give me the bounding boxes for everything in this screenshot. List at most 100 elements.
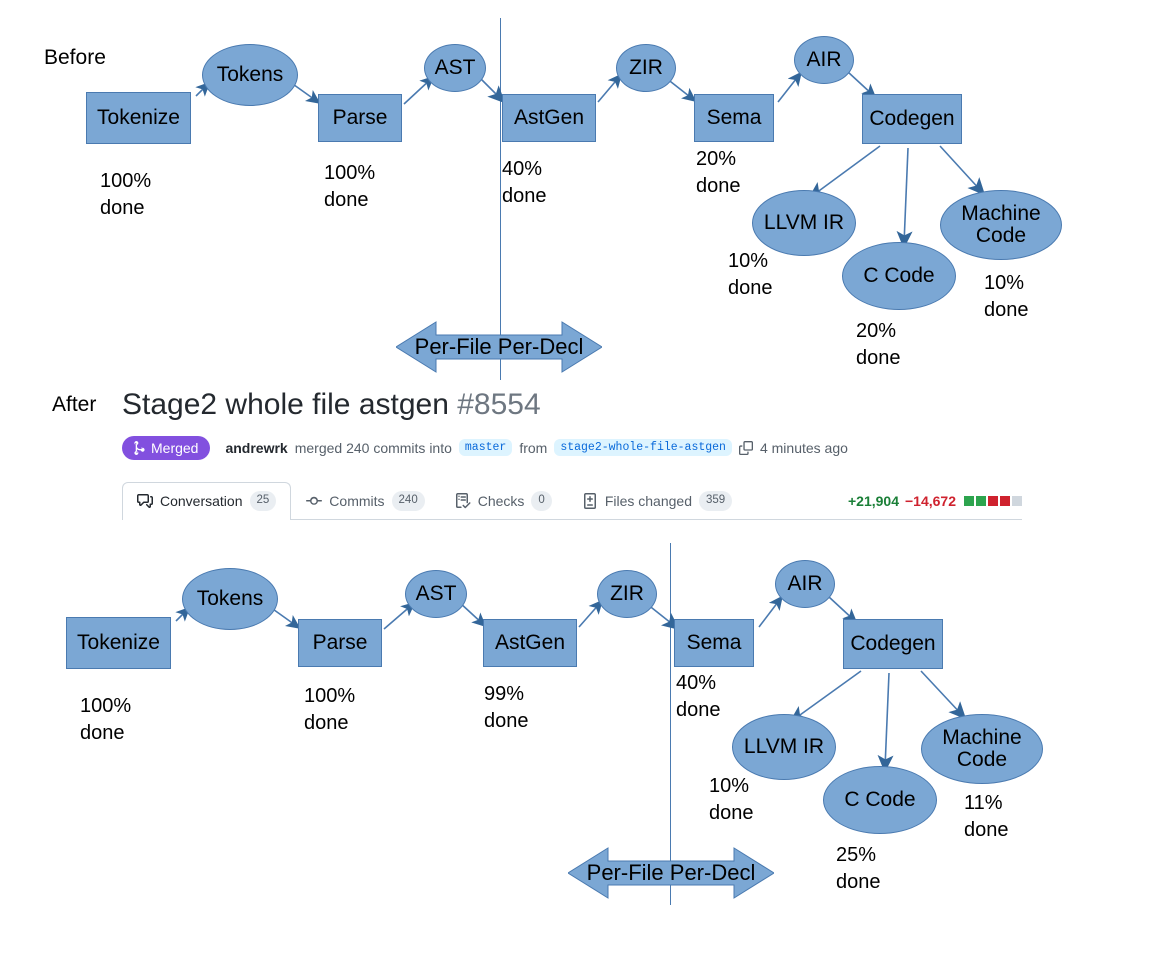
before-node-sema: Sema <box>694 94 774 142</box>
node-label: Tokens <box>196 586 264 610</box>
diff-block-neutral <box>1012 495 1022 506</box>
before-pct-c-code: 20% done <box>856 320 901 369</box>
node-label: Parse <box>312 630 368 654</box>
diff-additions: +21,904 <box>848 492 899 509</box>
pr-number: #8554 <box>457 388 541 421</box>
before-pct-astgen: 40% done <box>502 158 547 207</box>
after-node-c-code: C Code <box>823 766 937 834</box>
tab-checks[interactable]: Checks 0 <box>440 482 567 520</box>
after-node-parse: Parse <box>298 619 382 667</box>
node-label: ZIR <box>610 581 644 605</box>
node-label: LLVM IR <box>743 734 825 758</box>
tab-files-changed[interactable]: Files changed 359 <box>567 482 747 520</box>
per-file-per-decl-label: Per-File Per-Decl <box>414 334 584 359</box>
after-node-machine-code: Machine Code <box>921 714 1043 784</box>
pr-title-text: Stage2 whole file astgen <box>122 388 449 421</box>
tab-counter: 25 <box>249 491 277 511</box>
diff-block-add <box>964 495 974 506</box>
diff-block-add <box>976 495 986 506</box>
after-node-astgen: AstGen <box>483 619 577 667</box>
git-merge-icon <box>134 440 145 455</box>
pr-tabs: Conversation 25 Commits 240 Checks 0 Fil… <box>122 478 1022 521</box>
pr-merge-meta: Merged andrewrk merged 240 commits into … <box>122 435 1022 460</box>
after-node-air: AIR <box>775 560 835 608</box>
after-node-ast: AST <box>405 570 467 618</box>
node-label: AstGen <box>494 630 566 654</box>
after-node-codegen: Codegen <box>843 619 943 669</box>
after-pct-astgen: 99% done <box>484 683 529 732</box>
before-pct-tokenize: 100% done <box>100 170 152 219</box>
github-pr-header: Stage2 whole file astgen #8554 Merged an… <box>122 386 1022 521</box>
after-pct-llvm-ir: 10% done <box>709 775 754 824</box>
after-node-sema: Sema <box>674 619 754 667</box>
after-pct-sema: 40% done <box>676 672 721 721</box>
merge-text-2: from <box>519 439 548 456</box>
before-pct-parse: 100% done <box>324 162 376 211</box>
node-label: AstGen <box>513 105 585 129</box>
node-label: Parse <box>332 105 388 129</box>
before-per-file-per-decl-arrow: Per-File Per-Decl <box>395 314 603 380</box>
pr-author[interactable]: andrewrk <box>225 440 287 456</box>
page-title: Stage2 whole file astgen #8554 <box>122 386 1022 424</box>
diff-block-del <box>1000 495 1010 506</box>
node-label: Tokens <box>216 62 284 86</box>
before-node-zir: ZIR <box>616 44 676 92</box>
merge-timestamp: 4 minutes ago <box>759 439 848 456</box>
node-label: LLVM IR <box>763 210 845 234</box>
tab-counter: 0 <box>531 491 552 511</box>
node-label: C Code <box>844 787 916 811</box>
per-file-per-decl-label: Per-File Per-Decl <box>586 860 756 885</box>
after-per-file-per-decl-arrow: Per-File Per-Decl <box>567 840 775 906</box>
merged-label: Merged <box>151 439 199 456</box>
copy-icon[interactable] <box>738 440 753 455</box>
diff-block-del <box>988 495 998 506</box>
tab-conversation[interactable]: Conversation 25 <box>122 481 292 521</box>
before-section-label: Before <box>44 46 106 69</box>
diff-block-bar <box>964 495 1022 506</box>
node-label: Sema <box>706 105 762 129</box>
tab-label: Files changed <box>604 493 692 509</box>
before-node-astgen: AstGen <box>502 94 596 142</box>
before-node-air: AIR <box>794 36 854 84</box>
tab-label: Commits <box>329 493 385 509</box>
after-pct-tokenize: 100% done <box>80 695 132 744</box>
before-node-ast: AST <box>424 44 486 92</box>
before-node-machine-code: Machine Code <box>940 190 1062 260</box>
clipboard-icon <box>738 440 753 455</box>
base-branch[interactable]: master <box>458 439 513 456</box>
node-label: Machine Code <box>942 725 1022 771</box>
before-node-tokens: Tokens <box>202 44 298 106</box>
before-pct-machine-code: 10% done <box>984 272 1029 321</box>
node-label: AIR <box>806 47 842 71</box>
status-badge-merged: Merged <box>122 435 211 460</box>
after-pct-parse: 100% done <box>304 685 356 734</box>
after-node-zir: ZIR <box>597 570 657 618</box>
node-label: Tokenize <box>77 630 160 654</box>
after-section-label: After <box>52 393 97 416</box>
node-label: C Code <box>863 263 935 287</box>
after-node-tokens: Tokens <box>182 568 278 630</box>
comment-discussion-icon <box>137 493 153 509</box>
tab-label: Checks <box>477 493 525 509</box>
node-label: AIR <box>787 571 823 595</box>
after-node-tokenize: Tokenize <box>66 617 171 669</box>
tab-label: Conversation <box>160 493 243 509</box>
before-node-c-code: C Code <box>842 242 956 310</box>
tab-counter: 240 <box>391 491 425 511</box>
node-label: Codegen <box>850 631 936 655</box>
node-label: ZIR <box>629 55 663 79</box>
after-node-llvm-ir: LLVM IR <box>732 714 836 780</box>
diff-stat: +21,904 −14,672 <box>848 493 1022 509</box>
node-label: Codegen <box>869 106 955 130</box>
after-pct-machine-code: 11% done <box>964 792 1009 841</box>
file-diff-icon <box>582 493 598 509</box>
node-label: Sema <box>686 630 742 654</box>
head-branch[interactable]: stage2-whole-file-astgen <box>554 439 732 456</box>
before-node-codegen: Codegen <box>862 94 962 144</box>
node-label: AST <box>415 581 457 605</box>
before-pct-sema: 20% done <box>696 148 741 197</box>
node-label: Machine Code <box>961 201 1041 247</box>
diff-deletions: −14,672 <box>905 492 956 509</box>
after-pct-c-code: 25% done <box>836 844 881 893</box>
tab-commits[interactable]: Commits 240 <box>291 482 439 520</box>
